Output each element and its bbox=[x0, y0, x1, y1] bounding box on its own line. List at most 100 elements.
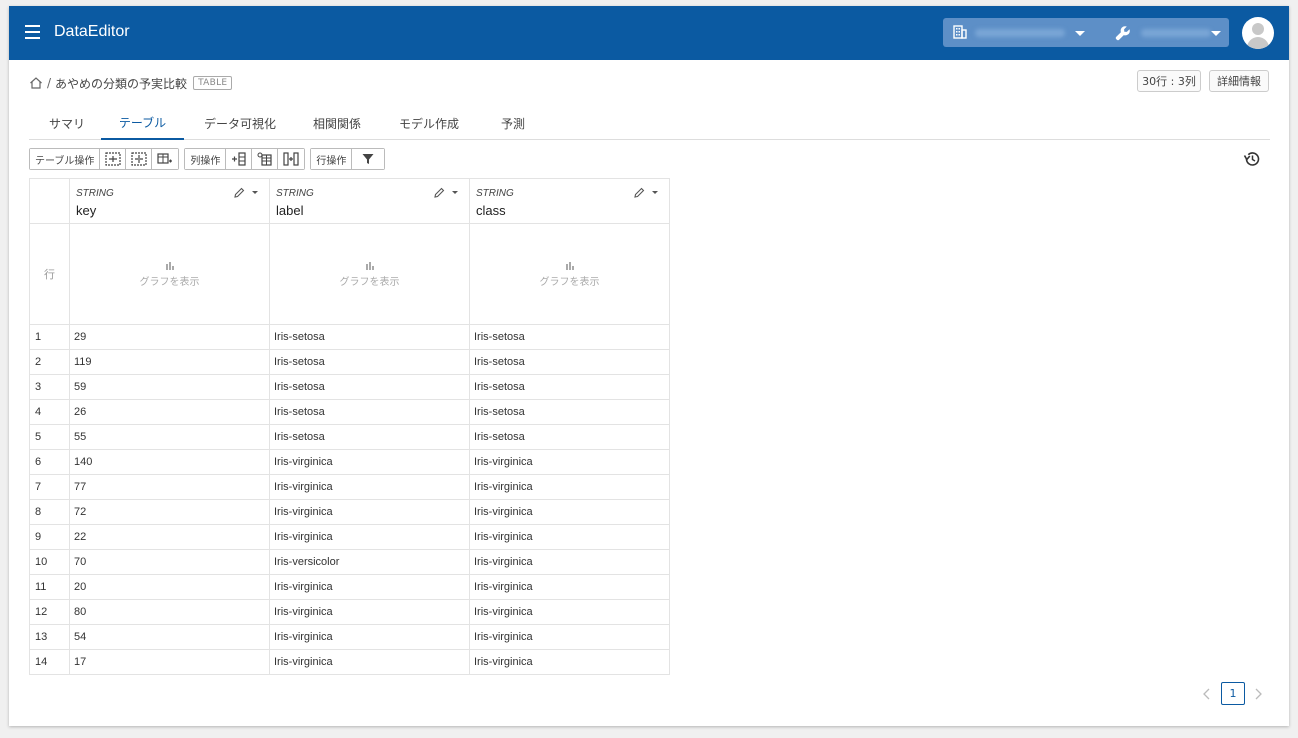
cell-class[interactable]: Iris-setosa bbox=[469, 349, 670, 375]
cell-class[interactable]: Iris-virginica bbox=[469, 524, 670, 550]
cell-key[interactable]: 77 bbox=[69, 474, 270, 500]
cell-key[interactable]: 70 bbox=[69, 549, 270, 575]
table-row: 9 22 Iris-virginica Iris-virginica bbox=[29, 524, 670, 550]
organization-selector[interactable] bbox=[943, 18, 1103, 47]
cell-label[interactable]: Iris-virginica bbox=[269, 449, 470, 475]
table-type-badge: TABLE bbox=[193, 76, 233, 90]
cell-class[interactable]: Iris-setosa bbox=[469, 374, 670, 400]
table-row: 10 70 Iris-versicolor Iris-virginica bbox=[29, 549, 670, 575]
cell-key[interactable]: 119 bbox=[69, 349, 270, 375]
column-header-key[interactable]: STRING key bbox=[69, 178, 270, 224]
cell-class[interactable]: Iris-virginica bbox=[469, 574, 670, 600]
cell-label[interactable]: Iris-virginica bbox=[269, 624, 470, 650]
app-window: DataEditor / あやめの分類の予実比較 TABLE 30行 : 3列 … bbox=[9, 6, 1289, 726]
home-icon[interactable] bbox=[29, 76, 43, 90]
cell-label[interactable]: Iris-virginica bbox=[269, 574, 470, 600]
cell-class[interactable]: Iris-virginica bbox=[469, 474, 670, 500]
tab-table[interactable]: テーブル bbox=[101, 107, 184, 140]
pencil-icon[interactable] bbox=[634, 187, 645, 198]
tab-prediction[interactable]: 予測 bbox=[489, 107, 537, 140]
cell-label[interactable]: Iris-virginica bbox=[269, 649, 470, 675]
cell-class[interactable]: Iris-virginica bbox=[469, 499, 670, 525]
page-number-current[interactable]: 1 bbox=[1221, 682, 1245, 705]
bar-chart-icon bbox=[565, 261, 574, 270]
table-expand-icon[interactable] bbox=[100, 149, 127, 169]
cell-key[interactable]: 26 bbox=[69, 399, 270, 425]
tab-visualization[interactable]: データ可視化 bbox=[195, 107, 285, 140]
cell-label[interactable]: Iris-setosa bbox=[269, 324, 470, 350]
cell-class[interactable]: Iris-virginica bbox=[469, 624, 670, 650]
cell-class[interactable]: Iris-setosa bbox=[469, 424, 670, 450]
cell-key[interactable]: 54 bbox=[69, 624, 270, 650]
table-header-row: STRING key STRING label STRING class bbox=[29, 178, 670, 224]
caret-down-icon[interactable] bbox=[652, 191, 658, 194]
row-ops-group: 行操作 bbox=[310, 148, 386, 170]
details-button[interactable]: 詳細情報 bbox=[1209, 70, 1269, 92]
show-graph-label-col[interactable]: グラフを表示 bbox=[269, 223, 470, 325]
project-selector[interactable] bbox=[1093, 18, 1229, 47]
cell-label[interactable]: Iris-virginica bbox=[269, 524, 470, 550]
tab-model[interactable]: モデル作成 bbox=[389, 107, 469, 140]
filter-icon[interactable] bbox=[352, 149, 385, 169]
tab-correlation[interactable]: 相関関係 bbox=[307, 107, 367, 140]
cell-class[interactable]: Iris-setosa bbox=[469, 399, 670, 425]
table-row: 1 29 Iris-setosa Iris-setosa bbox=[29, 324, 670, 350]
table-ops-label[interactable]: テーブル操作 bbox=[30, 149, 101, 169]
cell-label[interactable]: Iris-setosa bbox=[269, 399, 470, 425]
tab-summary[interactable]: サマリ bbox=[39, 107, 95, 140]
column-name: key bbox=[76, 203, 97, 218]
table-row: 7 77 Iris-virginica Iris-virginica bbox=[29, 474, 670, 500]
cell-key[interactable]: 59 bbox=[69, 374, 270, 400]
cell-class[interactable]: Iris-setosa bbox=[469, 324, 670, 350]
table-row: 5 55 Iris-setosa Iris-setosa bbox=[29, 424, 670, 450]
cell-key[interactable]: 29 bbox=[69, 324, 270, 350]
data-table: STRING key STRING label STRING class 行 グ… bbox=[29, 178, 670, 675]
chevron-right-icon[interactable] bbox=[1252, 687, 1264, 701]
cell-key[interactable]: 20 bbox=[69, 574, 270, 600]
cell-label[interactable]: Iris-versicolor bbox=[269, 549, 470, 575]
cell-label[interactable]: Iris-virginica bbox=[269, 474, 470, 500]
cell-key[interactable]: 80 bbox=[69, 599, 270, 625]
row-number: 9 bbox=[29, 524, 70, 550]
column-header-label[interactable]: STRING label bbox=[269, 178, 470, 224]
cell-label[interactable]: Iris-virginica bbox=[269, 599, 470, 625]
tab-bar: サマリ テーブル データ可視化 相関関係 モデル作成 予測 bbox=[29, 107, 1270, 140]
merge-columns-icon[interactable] bbox=[278, 149, 305, 169]
show-graph-class[interactable]: グラフを表示 bbox=[469, 223, 670, 325]
cell-key[interactable]: 22 bbox=[69, 524, 270, 550]
cell-key[interactable]: 17 bbox=[69, 649, 270, 675]
cell-class[interactable]: Iris-virginica bbox=[469, 599, 670, 625]
show-graph-key[interactable]: グラフを表示 bbox=[69, 223, 270, 325]
caret-down-icon[interactable] bbox=[252, 191, 258, 194]
table-row: 8 72 Iris-virginica Iris-virginica bbox=[29, 499, 670, 525]
user-avatar[interactable] bbox=[1242, 17, 1274, 49]
column-ops-label[interactable]: 列操作 bbox=[185, 149, 227, 169]
table-add-icon[interactable] bbox=[152, 149, 179, 169]
cell-class[interactable]: Iris-virginica bbox=[469, 449, 670, 475]
pencil-icon[interactable] bbox=[434, 187, 445, 198]
chevron-left-icon[interactable] bbox=[1201, 687, 1213, 701]
column-header-class[interactable]: STRING class bbox=[469, 178, 670, 224]
cell-label[interactable]: Iris-virginica bbox=[269, 499, 470, 525]
row-number: 7 bbox=[29, 474, 70, 500]
cell-label[interactable]: Iris-setosa bbox=[269, 374, 470, 400]
row-col-count-button[interactable]: 30行 : 3列 bbox=[1137, 70, 1201, 92]
cell-key[interactable]: 55 bbox=[69, 424, 270, 450]
column-settings-icon[interactable] bbox=[252, 149, 279, 169]
row-number: 3 bbox=[29, 374, 70, 400]
menu-icon[interactable] bbox=[25, 25, 40, 39]
cell-key[interactable]: 72 bbox=[69, 499, 270, 525]
cell-label[interactable]: Iris-setosa bbox=[269, 349, 470, 375]
table-row: 6 140 Iris-virginica Iris-virginica bbox=[29, 449, 670, 475]
history-icon[interactable] bbox=[1242, 149, 1262, 169]
row-ops-label[interactable]: 行操作 bbox=[311, 149, 353, 169]
cell-class[interactable]: Iris-virginica bbox=[469, 649, 670, 675]
row-number: 4 bbox=[29, 399, 70, 425]
pencil-icon[interactable] bbox=[234, 187, 245, 198]
cell-key[interactable]: 140 bbox=[69, 449, 270, 475]
cell-class[interactable]: Iris-virginica bbox=[469, 549, 670, 575]
caret-down-icon[interactable] bbox=[452, 191, 458, 194]
cell-label[interactable]: Iris-setosa bbox=[269, 424, 470, 450]
add-column-icon[interactable] bbox=[226, 149, 253, 169]
table-merge-icon[interactable] bbox=[126, 149, 153, 169]
